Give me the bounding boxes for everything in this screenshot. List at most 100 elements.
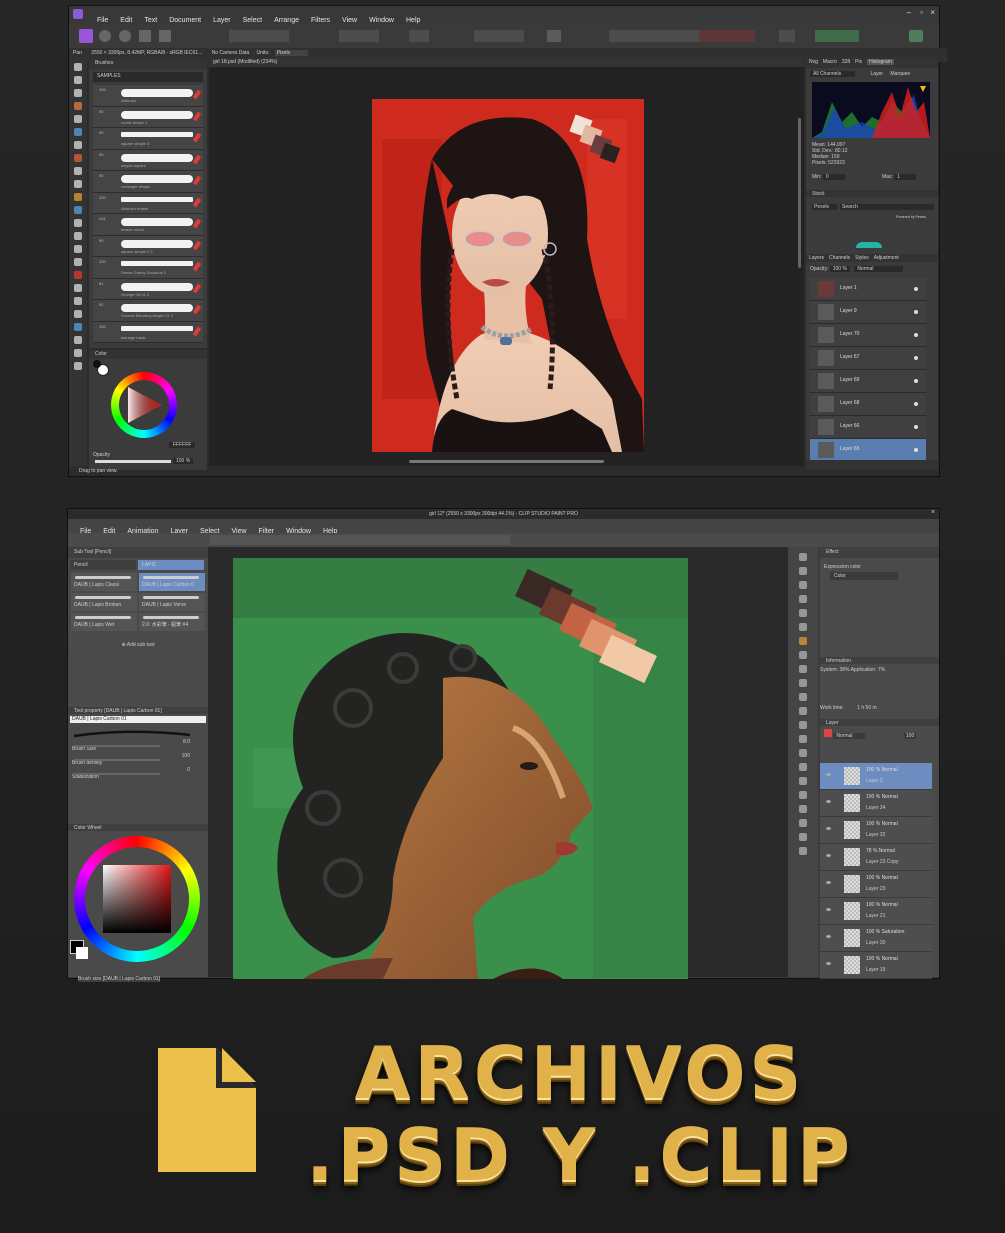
layer-opacity-field[interactable]: 100	[903, 733, 917, 739]
csp-tool-11-icon[interactable]	[799, 707, 807, 715]
vertical-scrollbar[interactable]	[798, 118, 801, 268]
panel-tab-macro[interactable]: Macro	[823, 59, 837, 65]
tool-10-icon[interactable]	[74, 193, 82, 201]
layer-row[interactable]: Layer 66	[810, 416, 926, 439]
tool-17-icon[interactable]	[74, 284, 82, 292]
selection-toolbar-group[interactable]	[339, 30, 379, 42]
property-value[interactable]: 0	[187, 767, 190, 773]
csp-tool-14-icon[interactable]	[799, 749, 807, 757]
brush-edit-icon[interactable]	[192, 304, 202, 315]
units-select[interactable]: Pixels	[274, 50, 309, 56]
csp-tool-4-icon[interactable]	[799, 609, 807, 617]
brush-item[interactable]: 100 Dense Grainy Gouache 2	[93, 257, 203, 279]
account-icon[interactable]	[909, 30, 923, 42]
brush-item[interactable]: 90 square simple 3	[93, 128, 203, 150]
panel-tab-nvg[interactable]: Nvg	[809, 59, 818, 65]
histogram-marquee-option[interactable]: Marquee	[890, 71, 910, 77]
csp-sub-color-swatch[interactable]	[76, 947, 88, 959]
subtool-item[interactable]: DAUB | Lapis Verve	[139, 593, 205, 611]
layer-eye-icon[interactable]	[826, 935, 831, 938]
csp-tool-3-icon[interactable]	[799, 595, 807, 603]
layer-visibility-icon[interactable]	[914, 310, 918, 314]
tool-14-icon[interactable]	[74, 245, 82, 253]
layer-eye-icon[interactable]	[826, 827, 831, 830]
tool-18-icon[interactable]	[74, 297, 82, 305]
csp-layer-row[interactable]: 100 % Normal Layer 19	[820, 952, 932, 979]
tool-20-icon[interactable]	[74, 323, 82, 331]
layer-eye-icon[interactable]	[826, 773, 831, 776]
layer-visibility-icon[interactable]	[914, 287, 918, 291]
tool-12-icon[interactable]	[74, 219, 82, 227]
command-bar-buttons[interactable]	[210, 535, 510, 545]
stock-search-input[interactable]: Search	[840, 204, 934, 210]
property-value[interactable]: 8.0	[183, 739, 190, 745]
subtool-item[interactable]: DAUB | Lapis Carbon 0	[139, 573, 205, 591]
subtool-item[interactable]: 2.0: 水彩筆 - 鉛筆 #4	[139, 613, 205, 631]
layer-eye-icon[interactable]	[826, 908, 831, 911]
panel-tab-pix[interactable]: Pix	[855, 59, 862, 65]
color-triangle[interactable]	[122, 383, 166, 427]
subtool-group-tab[interactable]: LAPIZ	[138, 560, 204, 570]
brush-item[interactable]: 90 square simple 2.2	[93, 236, 203, 257]
layer-blend-select[interactable]: Normal	[833, 733, 865, 739]
csp-layer-row[interactable]: 100 % Normal Layer 24	[820, 790, 932, 817]
export-persona-icon[interactable]	[159, 30, 171, 42]
brush-edit-icon[interactable]	[192, 240, 202, 250]
add-subtool-button[interactable]: ⊕ Add sub tool	[68, 642, 208, 648]
tool-16-icon[interactable]	[74, 271, 82, 279]
tool-11-icon[interactable]	[74, 206, 82, 214]
maximize-icon[interactable]: ▫	[920, 8, 923, 17]
csp-layer-row[interactable]: 100 % Saturation Layer 20	[820, 925, 932, 952]
subtool-item[interactable]: DAUB | Lapis Broken	[71, 593, 137, 611]
brush-item[interactable]: 90 simple square	[93, 150, 203, 171]
csp-tool-17-icon[interactable]	[799, 791, 807, 799]
layer-row[interactable]: Layer 1	[810, 278, 926, 301]
tool-6-icon[interactable]	[74, 141, 82, 149]
csp-tool-1-icon[interactable]	[799, 567, 807, 575]
opacity-slider[interactable]	[95, 460, 171, 463]
tool-property-row[interactable]: Brush density 100	[72, 751, 204, 766]
tool-8-icon[interactable]	[74, 167, 82, 175]
layer-eye-icon[interactable]	[826, 881, 831, 884]
boolean-toolbar-group[interactable]	[699, 30, 755, 42]
layer-row[interactable]: Layer 68	[810, 393, 926, 416]
hex-field[interactable]: FFFFFF	[169, 442, 196, 448]
brush-edit-icon[interactable]	[192, 175, 202, 186]
layer-visibility-icon[interactable]	[914, 333, 918, 337]
csp-tool-10-icon[interactable]	[799, 693, 807, 701]
csp-layer-row[interactable]: 100 % Normal Layer 2	[820, 763, 932, 790]
csp-tool-8-icon[interactable]	[799, 665, 807, 673]
arrange-button[interactable]	[409, 30, 429, 42]
layer-row[interactable]: Layer 9	[810, 301, 926, 324]
brush-item[interactable]: 81 Grunge Oil 01 2	[93, 279, 203, 300]
csp-tool-13-icon[interactable]	[799, 735, 807, 743]
tool-property-row[interactable]: Brush Size 8.0	[72, 737, 204, 752]
csp-tool-2-icon[interactable]	[799, 581, 807, 589]
tool-3-icon[interactable]	[74, 102, 82, 110]
layer-color-icon[interactable]	[824, 729, 832, 737]
brush-item[interactable]: 90 rectangle simple	[93, 171, 203, 193]
layer-row[interactable]: Layer 70	[810, 324, 926, 347]
tool-23-icon[interactable]	[74, 362, 82, 370]
csp-tool-7-icon[interactable]	[799, 651, 807, 659]
opacity-value[interactable]: 100 %	[173, 458, 194, 464]
develop-persona-icon[interactable]	[119, 30, 131, 42]
brush-edit-icon[interactable]	[192, 132, 202, 143]
tool-2-icon[interactable]	[74, 89, 82, 97]
affinity-canvas[interactable]: girl 18.psd (Modified) (234%)	[209, 58, 804, 466]
tool-7-icon[interactable]	[74, 154, 82, 162]
close-icon[interactable]: ×	[930, 8, 935, 17]
brush-item[interactable]: 100 Airbrush eraser	[93, 193, 203, 214]
layer-visibility-icon[interactable]	[914, 402, 918, 406]
brush-item[interactable]: 100 smudge basic	[93, 322, 203, 343]
tool-15-icon[interactable]	[74, 258, 82, 266]
studio-toolbar-group[interactable]	[815, 30, 859, 42]
tool-5-icon[interactable]	[74, 128, 82, 136]
expression-color-select[interactable]: Color	[830, 572, 898, 580]
tool-13-icon[interactable]	[74, 232, 82, 240]
csp-layer-row[interactable]: 100 % Normal Layer 22	[820, 817, 932, 844]
transform-button[interactable]	[779, 30, 795, 42]
csp-tool-0-icon[interactable]	[799, 553, 807, 561]
liquify-persona-icon[interactable]	[99, 30, 111, 42]
property-slider[interactable]	[74, 759, 160, 761]
